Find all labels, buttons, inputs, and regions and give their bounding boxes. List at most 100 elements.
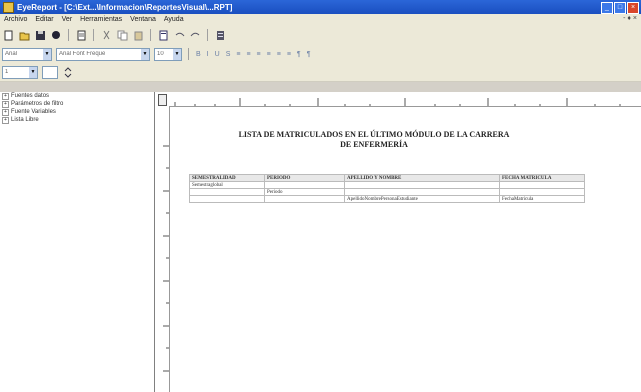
preview-icon[interactable] [50, 29, 62, 41]
font-select[interactable]: Arial ▼ [2, 47, 52, 61]
report-title-line2: DE ENFERMERÍA [340, 140, 408, 149]
underline-button[interactable]: U [215, 51, 220, 58]
expand-icon[interactable]: + [2, 92, 9, 100]
vertical-ruler [155, 106, 170, 392]
maximize-button[interactable]: □ [614, 2, 626, 14]
italic-button[interactable]: I [207, 51, 209, 58]
cut-icon[interactable] [100, 29, 112, 41]
column-header[interactable]: APELLIDO Y NOMBRE [344, 174, 500, 182]
spin-field[interactable] [42, 65, 58, 79]
tree-item-label: Lista Libre [11, 117, 39, 123]
chevron-down-icon[interactable]: ▼ [43, 48, 51, 60]
toolbar-separator [93, 29, 94, 41]
save-icon[interactable] [34, 29, 46, 41]
chevron-down-icon[interactable]: ▼ [29, 66, 37, 78]
report-designer[interactable]: LISTA DE MATRICULADOS EN EL ÚLTIMO MÓDUL… [155, 92, 641, 392]
zoom-toolbar: 1 ▼ [0, 63, 641, 82]
report-table[interactable]: SEMESTRALIDAD PERIODO APELLIDO Y NOMBRE … [189, 174, 585, 203]
standard-toolbar [0, 25, 641, 46]
table-cell[interactable] [264, 181, 345, 189]
undo-icon[interactable] [173, 29, 185, 41]
expand-icon[interactable]: + [2, 100, 9, 108]
style-select-value: Arial Font Freque [59, 51, 106, 57]
style-select[interactable]: Arial Font Freque ▼ [56, 47, 150, 61]
expand-icon[interactable]: + [2, 116, 9, 124]
top-align-button[interactable]: ≡ [277, 51, 281, 58]
ruler-ticks-icon [174, 98, 621, 106]
table-header-row: SEMESTRALIDAD PERIODO APELLIDO Y NOMBRE … [189, 174, 585, 182]
outdent-button[interactable]: ¶ [307, 51, 311, 58]
close-button[interactable]: × [627, 2, 639, 14]
page-icon[interactable] [157, 29, 169, 41]
justify-button[interactable]: ≡ [267, 51, 271, 58]
table-cell[interactable] [344, 188, 500, 196]
align-center-button[interactable]: ≡ [246, 51, 250, 58]
report-title[interactable]: LISTA DE MATRICULADOS EN EL ÚLTIMO MÓDUL… [189, 130, 559, 150]
tree-item[interactable]: + Parámetros de filtro [0, 100, 154, 108]
minimize-button[interactable]: _ [601, 2, 613, 14]
toolbar-separator [68, 29, 69, 41]
ruler-corner[interactable] [158, 94, 167, 106]
toolbar-separator [150, 29, 151, 41]
table-cell[interactable] [189, 195, 265, 203]
tree-item[interactable]: + Lista Libre [0, 116, 154, 124]
indent-button[interactable]: ¶ [297, 51, 301, 58]
expand-icon[interactable]: + [2, 108, 9, 116]
window-title: EyeReport - [C:\Ext...\Informacion\Repor… [17, 2, 233, 12]
table-cell[interactable] [344, 181, 500, 189]
table-cell[interactable] [499, 188, 585, 196]
tree-item-label: Fuentes datos [11, 93, 50, 99]
toolbar-separator [188, 48, 189, 60]
align-right-button[interactable]: ≡ [257, 51, 261, 58]
column-header[interactable]: PERIODO [264, 174, 345, 182]
open-folder-icon[interactable] [18, 29, 30, 41]
database-icon[interactable] [214, 29, 226, 41]
zoom-select[interactable]: 1 ▼ [2, 65, 38, 79]
menu-archivo[interactable]: Archivo [0, 16, 31, 23]
menu-ver[interactable]: Ver [58, 16, 77, 23]
table-cell[interactable]: ApellidoNombrePersonaEstudiante [344, 195, 500, 203]
window-controls: _ □ × [601, 2, 639, 14]
app-icon [3, 1, 14, 13]
chevron-down-icon[interactable]: ▼ [173, 48, 181, 60]
new-file-icon[interactable] [2, 29, 14, 41]
copy-icon[interactable] [116, 29, 128, 41]
align-left-button[interactable]: ≡ [236, 51, 240, 58]
table-row: Periodo [189, 188, 585, 196]
zoom-select-value: 1 [5, 69, 9, 75]
tree-item-label: Fuente Variables [11, 109, 56, 115]
column-header[interactable]: FECHA MATRICULA [499, 174, 585, 182]
horizontal-ruler [155, 92, 641, 107]
report-title-line1: LISTA DE MATRICULADOS EN EL ÚLTIMO MÓDUL… [238, 130, 510, 139]
menu-ventana[interactable]: Ventana [126, 16, 160, 23]
paste-icon[interactable] [132, 29, 144, 41]
chevron-down-icon[interactable]: ▼ [141, 48, 149, 60]
column-header[interactable]: SEMESTRALIDAD [189, 174, 265, 182]
font-size-select[interactable]: 10 ▼ [154, 47, 182, 61]
mdi-controls[interactable]: - ♦ × [623, 15, 637, 22]
table-cell[interactable]: Semestraglobal [189, 181, 265, 189]
font-select-value: Arial [5, 51, 18, 57]
redo-icon[interactable] [189, 29, 201, 41]
data-tree-panel: + Fuentes datos + Parámetros de filtro + Fu… [0, 92, 155, 392]
formatting-toolbar: Arial ▼ Arial Font Freque ▼ 10 ▼ B I U S… [0, 45, 641, 64]
ruler-ticks-icon [163, 145, 169, 372]
print-icon[interactable] [75, 29, 87, 41]
menu-editar[interactable]: Editar [31, 16, 57, 23]
table-cell[interactable]: FechaMatricula [499, 195, 585, 203]
menu-ayuda[interactable]: Ayuda [160, 16, 188, 23]
table-cell[interactable] [499, 181, 585, 189]
spin-arrows-icon[interactable] [62, 66, 74, 78]
table-cell[interactable] [264, 195, 345, 203]
tree-item[interactable]: + Fuente Variables [0, 108, 154, 116]
table-cell[interactable] [189, 188, 265, 196]
bold-button[interactable]: B [196, 51, 201, 58]
table-row: ApellidoNombrePersonaEstudiante FechaMat… [189, 195, 585, 203]
strike-button[interactable]: S [226, 51, 231, 58]
menu-herramientas[interactable]: Herramientas [76, 16, 126, 23]
tree-item[interactable]: + Fuentes datos [0, 92, 154, 100]
title-bar: EyeReport - [C:\Ext...\Informacion\Repor… [0, 0, 641, 14]
bottom-align-button[interactable]: ≡ [287, 51, 291, 58]
toolbar-separator [207, 29, 208, 41]
table-cell[interactable]: Periodo [264, 188, 345, 196]
